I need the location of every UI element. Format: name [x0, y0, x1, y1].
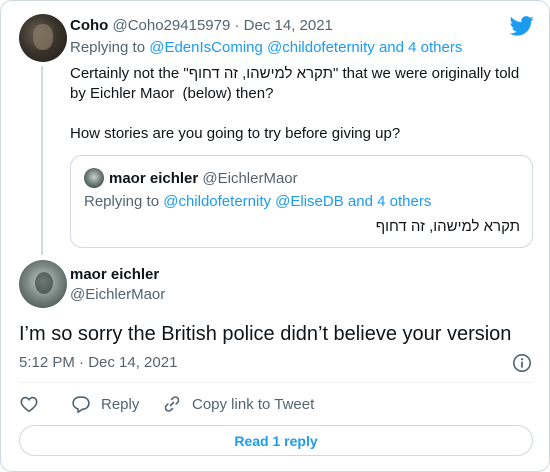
quoted-replying-to: Replying to @childofeternity @EliseDB an… — [84, 192, 431, 212]
main-author-avatar[interactable] — [19, 260, 67, 308]
quoted-tweet-header: maor eichler @EichlerMaor — [109, 169, 298, 189]
reply-button[interactable]: Reply — [71, 393, 139, 415]
parent-author-handle[interactable]: @Coho29415979 — [113, 17, 231, 34]
reply-icon — [72, 396, 90, 413]
main-tweet-text: I’m so sorry the British police didn’t b… — [19, 323, 512, 345]
replying-others-link: and 4 others — [347, 193, 432, 210]
quoted-tweet[interactable]: maor eichler @EichlerMaor Replying to @c… — [70, 155, 533, 248]
replying-users-link[interactable]: @EdenIsComing @childofeternity — [149, 39, 375, 56]
quoted-author-avatar — [84, 168, 104, 188]
reply-label: Reply — [101, 395, 140, 413]
quoted-author-handle: @EichlerMaor — [202, 170, 298, 187]
replying-users-link: @childofeternity @EliseDB — [163, 193, 344, 210]
like-button[interactable] — [19, 393, 39, 415]
replying-prefix: Replying to — [70, 39, 146, 56]
copy-link-label: Copy link to Tweet — [192, 395, 315, 413]
main-tweet-timestamp[interactable]: 5:12 PM · Dec 14, 2021 — [19, 353, 177, 373]
parent-tweet-header: Coho @Coho29415979 · Dec 14, 2021 — [70, 16, 333, 36]
copy-link-button[interactable]: Copy link to Tweet — [162, 393, 314, 415]
actions-divider — [19, 382, 533, 383]
twitter-bird-icon[interactable] — [510, 16, 534, 36]
parent-tweet-text: Certainly not the "תקרא למישהו, זה דחוף"… — [70, 65, 520, 142]
info-icon[interactable] — [512, 353, 532, 373]
parent-replying-to: Replying to @EdenIsComing @childofeterni… — [70, 38, 462, 58]
parent-tweet-date[interactable]: Dec 14, 2021 — [244, 17, 333, 34]
parent-author-avatar[interactable] — [19, 14, 67, 62]
link-icon — [164, 396, 180, 412]
thread-connector-line — [41, 66, 43, 255]
main-author-handle[interactable]: @EichlerMaor — [70, 285, 165, 305]
main-author-name[interactable]: maor eichler — [70, 265, 159, 285]
read-replies-button[interactable]: Read 1 reply — [19, 425, 533, 456]
header-separator: · — [234, 17, 240, 34]
heart-icon — [20, 396, 38, 412]
quoted-author-name: maor eichler — [109, 170, 199, 187]
replying-others-link[interactable]: and 4 others — [379, 39, 462, 56]
quoted-tweet-text: תקרא למישהו, זה דחוף — [375, 218, 520, 235]
replying-prefix: Replying to — [84, 193, 160, 210]
parent-author-name[interactable]: Coho — [70, 17, 108, 34]
tweet-embed-card: Coho @Coho29415979 · Dec 14, 2021 Replyi… — [0, 0, 550, 472]
